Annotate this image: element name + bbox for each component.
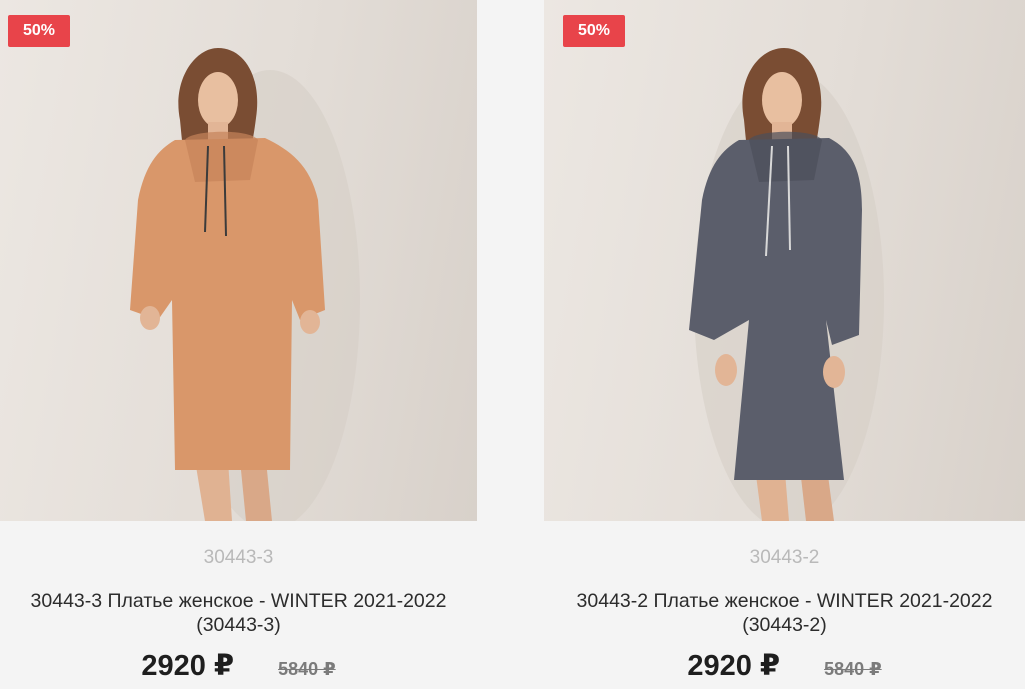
price-block: 2920 ₽ 5840 ₽ xyxy=(0,648,477,683)
product-card[interactable]: 50% 30443-3 30443-3 Платье женское - WIN… xyxy=(0,0,477,689)
product-grid: 50% 30443-3 30443-3 Платье женское - WIN… xyxy=(0,0,1025,689)
old-price: 5840 ₽ xyxy=(278,659,336,679)
dress-illustration xyxy=(130,48,360,521)
current-price: 2920 ₽ xyxy=(687,650,781,682)
product-image[interactable]: 50% xyxy=(544,0,1025,521)
discount-badge: 50% xyxy=(563,15,625,47)
product-title-line: 30443-3 Платье женское - WINTER 2021-202… xyxy=(30,590,447,612)
old-price: 5840 ₽ xyxy=(824,659,882,679)
product-title-link[interactable]: 30443-3 Платье женское - WINTER 2021-202… xyxy=(0,589,477,637)
product-title-link[interactable]: 30443-2 Платье женское - WINTER 2021-202… xyxy=(544,589,1025,637)
product-sku: 30443-2 xyxy=(749,547,820,568)
product-title-line: 30443-2 Платье женское - WINTER 2021-202… xyxy=(576,590,993,612)
product-card[interactable]: 50% 30443-2 30443-2 Платье женское - WIN… xyxy=(544,0,1025,689)
product-image[interactable]: 50% xyxy=(0,0,477,521)
product-title-code: (30443-3) xyxy=(196,614,281,636)
product-sku: 30443-3 xyxy=(203,547,274,568)
product-title-code: (30443-2) xyxy=(742,614,827,636)
dress-illustration xyxy=(689,48,884,521)
price-block: 2920 ₽ 5840 ₽ xyxy=(544,648,1025,683)
discount-badge: 50% xyxy=(8,15,70,47)
current-price: 2920 ₽ xyxy=(141,650,235,682)
